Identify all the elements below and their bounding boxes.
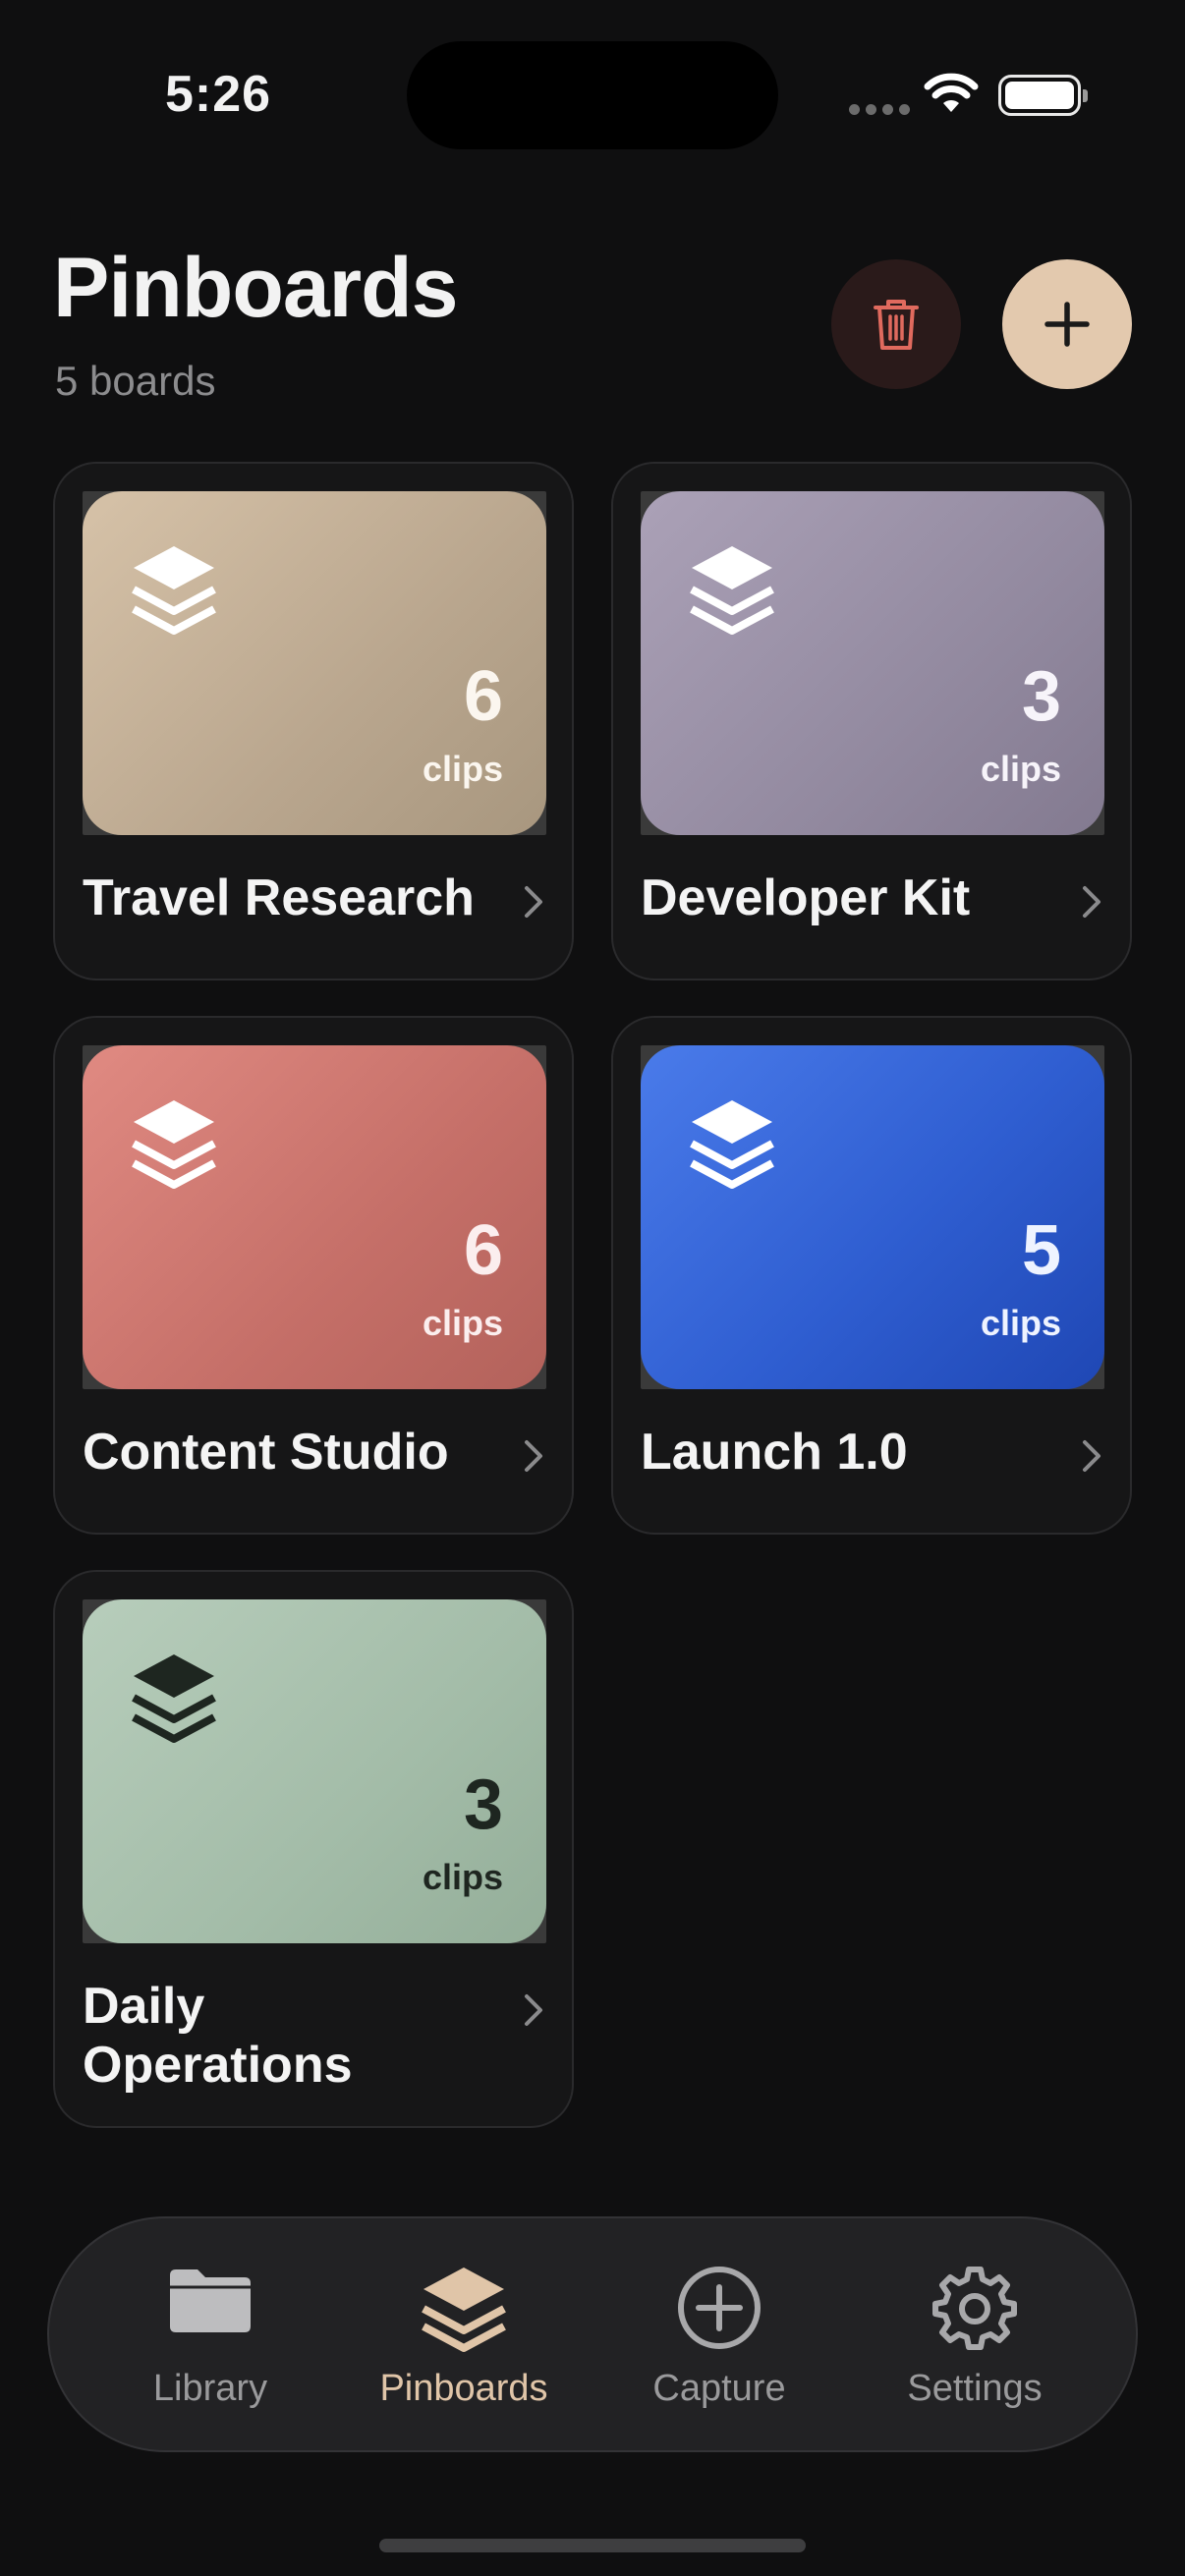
wifi-icon <box>924 73 979 112</box>
add-board-button[interactable] <box>1002 259 1132 389</box>
board-thumbnail: 3 clips <box>641 491 1104 835</box>
stack-icon <box>132 1100 216 1189</box>
board-thumbnail: 6 clips <box>83 491 546 835</box>
stack-icon <box>690 1100 774 1189</box>
board-title: Content Studio <box>83 1424 449 1481</box>
status-time: 5:26 <box>165 66 272 123</box>
stack-icon <box>132 546 216 635</box>
trash-icon <box>874 300 919 350</box>
board-count: 5 boards <box>55 358 216 404</box>
stack-icon <box>422 2268 506 2352</box>
clip-unit: clips <box>980 749 1061 789</box>
clip-unit: clips <box>422 1303 503 1343</box>
chevron-right-icon <box>1083 1440 1100 1472</box>
clip-unit: clips <box>422 1857 503 1897</box>
clip-unit: clips <box>422 749 503 789</box>
tab-label: Settings <box>907 2368 1043 2409</box>
board-thumbnail: 6 clips <box>83 1045 546 1389</box>
board-title: Travel Research <box>83 869 475 926</box>
delete-button[interactable] <box>831 259 961 389</box>
tab-library[interactable]: Library <box>92 2218 328 2454</box>
home-indicator[interactable] <box>379 2539 806 2552</box>
clip-count: 5 <box>1021 1211 1061 1290</box>
clip-unit: clips <box>980 1303 1061 1343</box>
tab-label: Pinboards <box>379 2368 548 2409</box>
gear-icon <box>932 2267 1017 2350</box>
board-card-developer-kit[interactable]: 3 clips Developer Kit <box>611 462 1132 980</box>
folder-icon <box>170 2269 251 2332</box>
board-card-content-studio[interactable]: 6 clips Content Studio <box>53 1016 574 1535</box>
board-title: Launch 1.0 <box>641 1424 908 1481</box>
dynamic-island <box>407 41 778 149</box>
chevron-right-icon <box>1083 886 1100 918</box>
cellular-signal-icon <box>849 104 910 115</box>
clip-count: 3 <box>1021 657 1061 736</box>
tab-pinboards[interactable]: Pinboards <box>346 2218 582 2454</box>
clip-count: 6 <box>463 657 503 736</box>
tab-capture[interactable]: Capture <box>601 2218 837 2454</box>
chevron-right-icon <box>525 1994 542 2026</box>
chevron-right-icon <box>525 1440 542 1472</box>
stack-icon <box>132 1654 216 1743</box>
board-card-travel-research[interactable]: 6 clips Travel Research <box>53 462 574 980</box>
stack-icon <box>690 546 774 635</box>
plus-circle-icon <box>678 2267 761 2349</box>
tab-label: Library <box>152 2368 268 2409</box>
board-thumbnail: 3 clips <box>83 1599 546 1943</box>
tab-settings[interactable]: Settings <box>857 2218 1093 2454</box>
board-card-launch[interactable]: 5 clips Launch 1.0 <box>611 1016 1132 1535</box>
chevron-right-icon <box>525 886 542 918</box>
page-title: Pinboards <box>53 241 459 335</box>
clip-count: 3 <box>463 1765 503 1844</box>
tab-bar: Library Pinboards Capture Settings <box>47 2216 1138 2452</box>
board-title: Daily Operations <box>83 1978 353 2094</box>
board-thumbnail: 5 clips <box>641 1045 1104 1389</box>
tab-label: Capture <box>652 2368 786 2409</box>
board-title: Developer Kit <box>641 869 971 926</box>
clip-count: 6 <box>463 1211 503 1290</box>
plus-icon <box>1044 302 1090 347</box>
pinboards-screen: 5:26 Pinboards 5 boards 6 clips Travel R… <box>0 0 1185 2576</box>
board-card-daily-operations[interactable]: 3 clips Daily Operations <box>53 1570 574 2128</box>
battery-icon <box>998 75 1088 116</box>
